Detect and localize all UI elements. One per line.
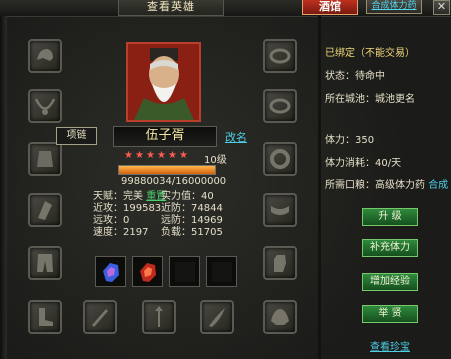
bound-status: 已绑定（不能交易） bbox=[325, 48, 415, 59]
talent-label: 天赋： bbox=[93, 191, 123, 202]
equip-slot-ring-2[interactable] bbox=[263, 89, 297, 123]
equip-slot-bracer[interactable] bbox=[28, 193, 62, 227]
synthesize-stamina-button[interactable]: 合成体力药 bbox=[366, 0, 422, 14]
star-icon: ★ bbox=[146, 150, 155, 161]
stamina: 体力：350 bbox=[325, 135, 375, 146]
gem-slot-4[interactable] bbox=[206, 256, 237, 287]
equip-slot-ring-1[interactable] bbox=[263, 39, 297, 73]
exp-bar-fill bbox=[119, 166, 215, 174]
star-rating: ★ ★ ★ ★ ★ ★ bbox=[124, 151, 189, 161]
equip-slot-necklace[interactable] bbox=[28, 89, 62, 123]
spear-icon bbox=[155, 306, 163, 327]
stamina-cost: 体力消耗：40/天 bbox=[325, 158, 402, 169]
rename-link[interactable]: 改名 bbox=[225, 129, 247, 145]
ring-icon bbox=[269, 98, 291, 114]
equip-slot-gauntlet[interactable] bbox=[263, 246, 297, 280]
exp-text: 99880034/16000000 bbox=[121, 176, 227, 187]
star-icon: ★ bbox=[157, 150, 166, 161]
equip-slot-bracelet[interactable] bbox=[263, 142, 297, 176]
equip-slot-helmet[interactable] bbox=[28, 39, 62, 73]
exp-bar bbox=[118, 165, 216, 175]
star-icon: ★ bbox=[168, 150, 177, 161]
hero-city: 所在城池：城池更名 bbox=[325, 94, 415, 105]
helmet-icon bbox=[37, 49, 53, 61]
equip-slot-shoulder[interactable] bbox=[263, 300, 297, 334]
melee-defense: 近防：74844 bbox=[161, 203, 223, 214]
blade-icon bbox=[209, 308, 225, 327]
gauntlet-icon bbox=[274, 255, 286, 272]
talent-value: 完美 bbox=[123, 191, 143, 202]
bracelet-icon bbox=[270, 149, 290, 169]
equip-slot-weapon-3[interactable] bbox=[200, 300, 234, 334]
equip-slot-pants[interactable] bbox=[28, 246, 62, 280]
hero-portrait bbox=[126, 42, 201, 122]
blue-crystal-icon bbox=[102, 262, 119, 282]
stats-block: 天赋：完美 重置 实力值：40 近攻：199583 近防：74844 远攻：0 … bbox=[93, 191, 273, 239]
replenish-stamina-button[interactable]: 补充体力 bbox=[362, 239, 418, 257]
left-frame bbox=[0, 16, 7, 359]
pants-icon bbox=[37, 254, 53, 272]
close-button[interactable]: ✕ bbox=[433, 0, 450, 15]
synthesize-link[interactable]: 合成 bbox=[428, 180, 448, 191]
equip-slot-armor[interactable] bbox=[28, 142, 62, 176]
boots-icon bbox=[39, 308, 53, 326]
star-icon: ★ bbox=[179, 150, 188, 161]
empty-gem-slot-icon bbox=[211, 261, 232, 282]
red-crystal-icon bbox=[139, 262, 156, 282]
necklace-icon bbox=[34, 98, 56, 115]
window-title: 查看英雄 bbox=[118, 0, 224, 16]
required-item: 所需口粮：高级体力药 合成 bbox=[325, 176, 448, 191]
add-exp-button[interactable]: 增加经验 bbox=[362, 273, 418, 291]
tavern-button[interactable]: 酒馆 bbox=[302, 0, 358, 15]
empty-gem-slot-icon bbox=[174, 261, 195, 282]
hero-level: 10级 bbox=[204, 155, 227, 166]
gem-slot-3[interactable] bbox=[169, 256, 200, 287]
gem-slots bbox=[95, 256, 237, 287]
weapon-icon bbox=[92, 309, 108, 327]
load: 负载：51705 bbox=[161, 227, 223, 238]
speed: 速度：2197 bbox=[93, 227, 149, 238]
ranged-defense: 远防：14969 bbox=[161, 215, 223, 226]
upgrade-button[interactable]: 升 级 bbox=[362, 208, 418, 226]
necklace-tooltip: 项链 bbox=[56, 127, 97, 145]
equip-slot-boots[interactable] bbox=[28, 300, 62, 334]
ranged-attack: 远攻：0 bbox=[93, 215, 130, 226]
gem-slot-1[interactable] bbox=[95, 256, 126, 287]
melee-attack: 近攻：199583 bbox=[93, 203, 162, 214]
dismiss-button[interactable]: 举 贤 bbox=[362, 305, 418, 323]
power-value: 实力值：40 bbox=[161, 191, 214, 202]
talent-row: 天赋：完美 重置 bbox=[93, 191, 166, 203]
hero-portrait-image bbox=[128, 44, 199, 120]
panel-divider bbox=[318, 16, 321, 359]
ring-icon bbox=[269, 48, 291, 64]
gem-slot-2[interactable] bbox=[132, 256, 163, 287]
equip-slot-weapon-2[interactable] bbox=[142, 300, 176, 334]
star-icon: ★ bbox=[124, 150, 133, 161]
armor-icon bbox=[37, 151, 53, 167]
view-treasure-link[interactable]: 查看珍宝 bbox=[370, 338, 410, 353]
star-icon: ★ bbox=[135, 150, 144, 161]
hero-status: 状态：待命中 bbox=[325, 71, 385, 82]
required-item-label: 所需口粮：高级体力药 bbox=[325, 180, 425, 191]
hero-name: 伍子胥 bbox=[113, 126, 217, 147]
bracer-icon bbox=[38, 201, 52, 220]
equip-slot-weapon-1[interactable] bbox=[83, 300, 117, 334]
shoulder-icon bbox=[271, 309, 289, 325]
